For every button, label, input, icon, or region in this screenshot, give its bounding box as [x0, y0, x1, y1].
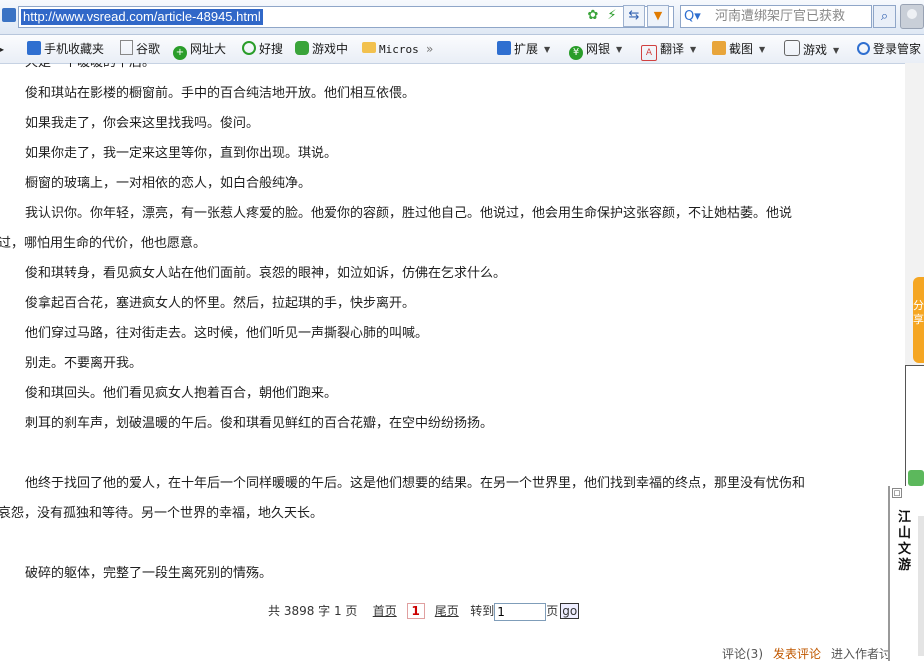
- side-floating-panel: □ 江山文游: [888, 486, 924, 661]
- search-icon: [242, 41, 256, 55]
- author-link[interactable]: 进入作者讨: [831, 647, 888, 661]
- article-paragraph: 刺耳的刹车声，划破温暖的午后。俊和琪看见鲜红的百合花瓣，在空中纷纷扬扬。: [25, 416, 494, 431]
- article-paragraph: 他们穿过马路，往对街走去。这时候，他们听见一声撕裂心肺的叫喊。: [25, 326, 429, 341]
- url-text[interactable]: http://www.vsread.com/article-48945.html: [21, 9, 263, 25]
- page-icon: [120, 40, 133, 55]
- search-input[interactable]: Q▾ 河南遭绑架厅官已获救: [680, 5, 872, 28]
- avatar[interactable]: [900, 4, 924, 29]
- article-paragraph: 俊拿起百合花，塞进疯女人的怀里。然后，拉起琪的手，快步离开。: [25, 296, 416, 311]
- article-paragraph: 别走。不要离开我。: [25, 356, 143, 371]
- folder-icon: [362, 42, 376, 53]
- toolbar-translate[interactable]: A 翻译 ▼: [641, 40, 697, 61]
- speed-mode-icon[interactable]: ⚡: [603, 7, 621, 25]
- game-icon: [784, 40, 800, 56]
- article-paragraph: 如果我走了，你会来这里找我吗。俊问。: [25, 116, 260, 131]
- article-paragraph: 俊和琪站在影楼的橱窗前。手中的百合纯洁地开放。他们相互依偎。: [25, 86, 416, 101]
- toolbar-screenshot[interactable]: 截图 ▼: [712, 40, 765, 58]
- article-paragraph: 他终于找回了他的爱人，在十年后一个同样暖暖的午后。这是他们想要的结果。在另一个世…: [25, 476, 806, 491]
- fav-item-games[interactable]: 游戏中: [295, 40, 348, 58]
- article-paragraph: 俊和琪回头。他们看见疯女人抱着百合，朝他们跑来。: [25, 386, 338, 401]
- address-dropdown-button[interactable]: ▼: [647, 5, 669, 27]
- article-paragraph: 破碎的躯体，完整了一段生离死别的情殇。: [25, 566, 273, 581]
- goto-label: 转到: [470, 604, 495, 618]
- toolbar-login-manager[interactable]: 登录管家: [857, 40, 921, 58]
- article-paragraph: 橱窗的玻璃上，一对相依的恋人，如白合般纯净。: [25, 176, 312, 191]
- chat-icon[interactable]: [908, 470, 924, 486]
- article-paragraph: 俊和琪转身，看见疯女人站在他们面前。哀怨的眼神，如泣如诉，仿佛在乞求什么。: [25, 266, 507, 281]
- article-paragraph: 过，哪怕用生命的代价，他也愿意。: [0, 236, 207, 251]
- search-button[interactable]: ⌕: [873, 5, 896, 28]
- search-engine-icon[interactable]: Q▾: [684, 8, 706, 26]
- article-paragraph: 如果你走了，我一定来这里等你，直到你出现。琪说。: [25, 146, 338, 161]
- post-comment-link[interactable]: 发表评论: [773, 647, 821, 661]
- page-unit-label: 页: [546, 604, 559, 618]
- chevron-down-icon: ▼: [616, 45, 623, 54]
- toolbar-bank[interactable]: ¥ 网银 ▼: [569, 40, 623, 60]
- fav-item-url-daquan[interactable]: + 网址大: [173, 40, 226, 60]
- first-page-link[interactable]: 首页: [373, 604, 397, 618]
- current-page: 1: [406, 603, 425, 619]
- toolbar-games[interactable]: 游戏 ▼: [784, 40, 839, 58]
- favorites-bar: ▸ 手机收藏夹 谷歌 + 网址大 好搜 游戏中 Micros » 扩展 ▼ ¥ 网银 ▼…: [0, 35, 924, 64]
- chevron-down-icon: ▼: [690, 45, 697, 54]
- page-number-input[interactable]: [494, 602, 547, 621]
- favorites-overflow-button[interactable]: »: [426, 40, 433, 58]
- pagination: 共 3898 字 1 页 首页 1 尾页 转到 页go: [268, 602, 580, 621]
- word-count: 共 3898 字 1 页: [268, 604, 358, 618]
- comments-link[interactable]: 评论(3): [722, 647, 763, 661]
- toolbar-extensions[interactable]: 扩展 ▼: [497, 40, 550, 58]
- article-footer: 评论(3) 发表评论 进入作者讨: [722, 645, 888, 661]
- side-panel-title: 江山文游: [898, 510, 912, 573]
- login-icon: [857, 42, 870, 55]
- translate-icon: A: [641, 45, 657, 61]
- chevron-down-icon: ▼: [759, 45, 766, 54]
- chevron-down-icon: ▼: [544, 45, 551, 54]
- article-paragraph: 我认识你。你年轻，漂亮，有一张惹人疼爱的脸。他爱你的容颜，胜过他自己。他说过，他…: [25, 206, 793, 221]
- go-button[interactable]: go: [560, 603, 580, 619]
- article-body: 天是一个暖暖的午后。 俊和琪站在影楼的橱窗前。手中的百合纯洁地开放。他们相互依偎…: [0, 63, 888, 661]
- close-icon[interactable]: □: [892, 488, 902, 498]
- fav-item-micros[interactable]: Micros: [362, 40, 419, 58]
- refresh-icon[interactable]: ✿: [584, 7, 602, 25]
- article-paragraph: 哀怨，没有孤独和等待。另一个世界的幸福，地久天长。: [0, 506, 324, 521]
- share-tab[interactable]: 分享: [913, 277, 924, 363]
- fav-item-mobile[interactable]: 手机收藏夹: [27, 40, 104, 58]
- site-favicon-icon: [2, 8, 16, 22]
- search-text[interactable]: 河南遭绑架厅官已获救: [715, 8, 845, 26]
- compat-mode-button[interactable]: ⇆: [623, 5, 645, 27]
- gamepad-icon: [295, 41, 309, 55]
- bank-icon: ¥: [569, 46, 583, 60]
- fav-item-haosou[interactable]: 好搜: [242, 40, 283, 58]
- favorites-menu-arrow-icon[interactable]: ▸: [0, 45, 4, 54]
- fav-item-google[interactable]: 谷歌: [120, 40, 160, 58]
- screenshot-icon: [712, 41, 726, 55]
- last-page-link[interactable]: 尾页: [435, 604, 459, 618]
- phone-icon: [27, 41, 41, 55]
- globe-icon: +: [173, 46, 187, 60]
- url-input[interactable]: http://www.vsread.com/article-48945.html: [18, 6, 674, 28]
- article-paragraph: 天是一个暖暖的午后。: [25, 63, 865, 71]
- side-panel-scrollbar[interactable]: [918, 516, 924, 656]
- puzzle-icon: [497, 41, 511, 55]
- address-toolbar: http://www.vsread.com/article-48945.html…: [0, 0, 924, 35]
- chevron-down-icon: ▼: [833, 46, 840, 55]
